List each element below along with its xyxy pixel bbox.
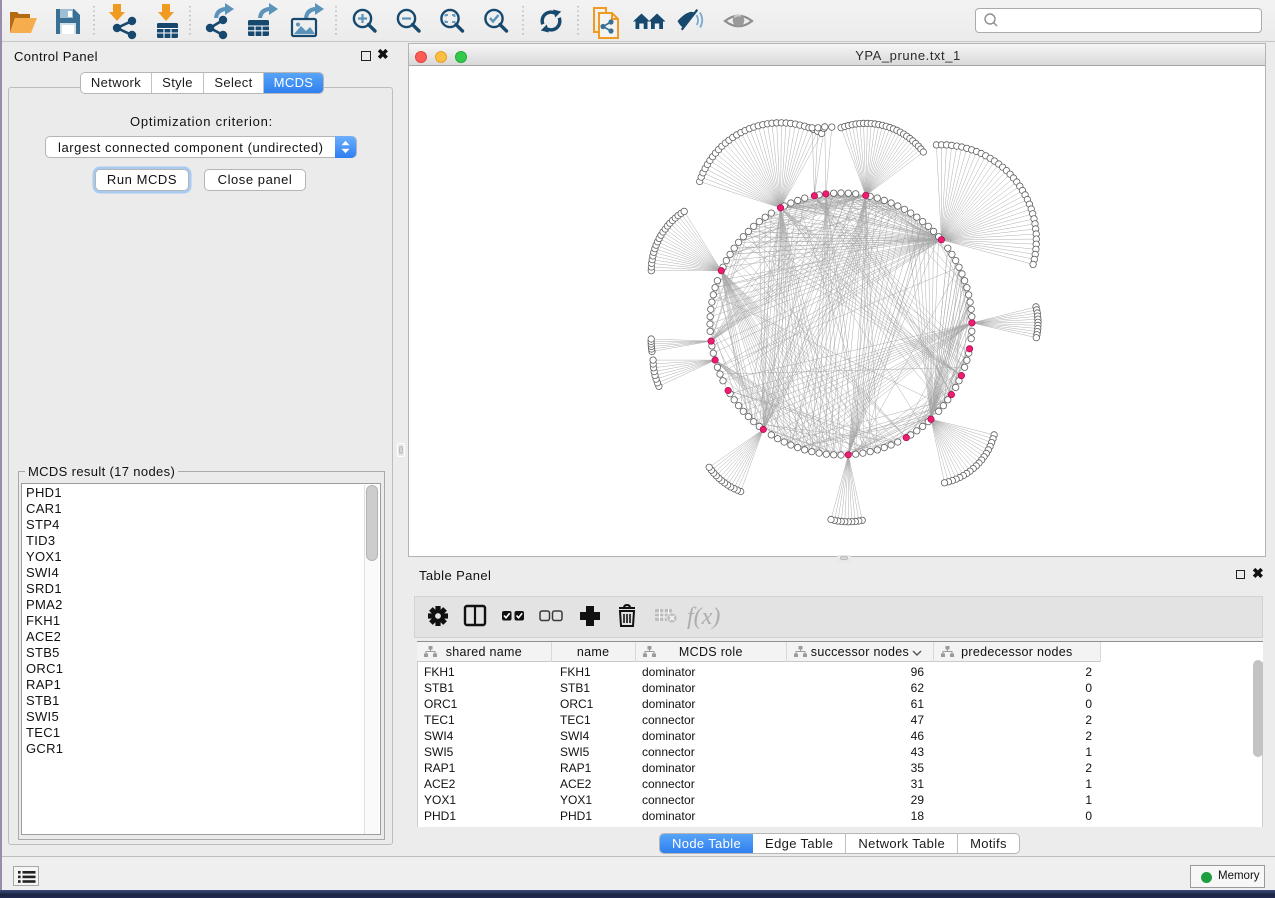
- svg-text:f(x): f(x): [687, 604, 720, 630]
